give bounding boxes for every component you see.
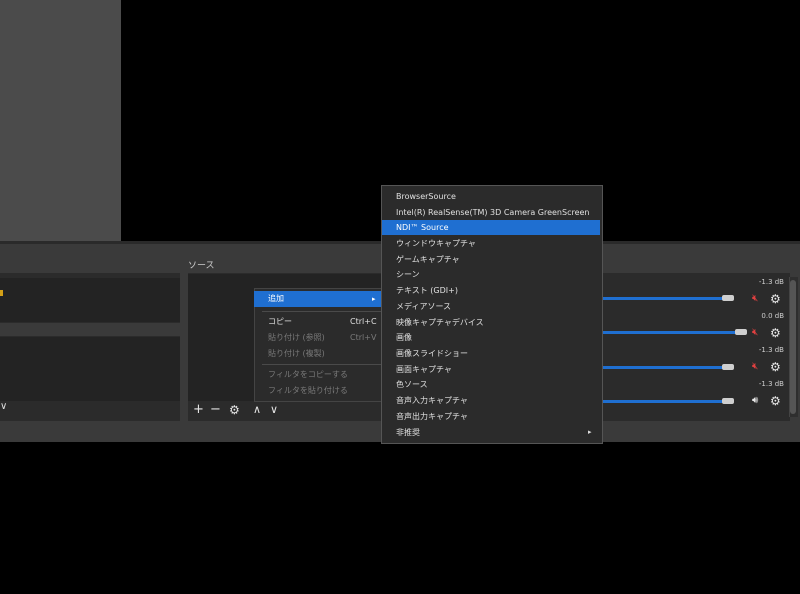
submenu-item-label: 映像キャプチャデバイス [396, 318, 484, 327]
channel-settings-gear-icon[interactable]: ⚙ [770, 361, 781, 373]
menu-item-paste-reference: 貼り付け (参照) Ctrl+V [254, 330, 386, 346]
menu-item-label: 追加 [268, 294, 284, 303]
volume-slider-handle[interactable] [735, 329, 747, 335]
mixer-db-label: -1.3 dB [758, 346, 784, 354]
submenu-item-window-capture[interactable]: ウィンドウキャプチャ [382, 236, 600, 251]
remove-source-button[interactable]: − [210, 402, 221, 418]
submenu-item-label: ウィンドウキャプチャ [396, 239, 476, 248]
submenu-item-label: 画面キャプチャ [396, 365, 452, 374]
submenu-item-label: BrowserSource [396, 192, 456, 201]
channel-settings-gear-icon[interactable]: ⚙ [770, 293, 781, 305]
mixer-db-label: -1.3 dB [758, 380, 784, 388]
volume-slider-handle[interactable] [722, 398, 734, 404]
submenu-item-deprecated[interactable]: 非推奨 ▸ [382, 425, 600, 440]
menu-item-paste-filters: フィルタを貼り付ける [254, 383, 386, 399]
submenu-item-media-source[interactable]: メディアソース [382, 299, 600, 314]
scene-list[interactable] [0, 337, 180, 401]
submenu-item-label: Intel(R) RealSense(TM) 3D Camera GreenSc… [396, 208, 590, 217]
move-down-button[interactable]: ∨ [270, 402, 278, 418]
submenu-arrow-icon: ▸ [372, 295, 376, 303]
volume-slider[interactable] [600, 400, 726, 403]
menu-item-label: コピー [268, 317, 292, 326]
volume-slider-handle[interactable] [722, 364, 734, 370]
submenu-item-label: メディアソース [396, 302, 452, 311]
menu-item-label: フィルタをコピーする [268, 370, 348, 379]
submenu-item-video-capture-device[interactable]: 映像キャプチャデバイス [382, 315, 600, 330]
mixer-db-label: -1.3 dB [758, 278, 784, 286]
volume-slider[interactable] [600, 297, 726, 300]
scene-list-item[interactable] [0, 278, 180, 322]
submenu-item-label: テキスト (GDI+) [396, 286, 458, 295]
submenu-arrow-icon: ▸ [588, 428, 592, 436]
menu-item-shortcut: Ctrl+V [350, 333, 377, 342]
submenu-item-label: NDI™ Source [396, 223, 449, 232]
submenu-item-label: シーン [396, 270, 420, 279]
submenu-item-label: 非推奨 [396, 428, 420, 437]
submenu-item-display-capture[interactable]: 画面キャプチャ [382, 362, 600, 377]
submenu-item-audio-output-capture[interactable]: 音声出力キャプチャ [382, 409, 600, 424]
submenu-item-image-slideshow[interactable]: 画像スライドショー [382, 346, 600, 361]
submenu-item-label: ゲームキャプチャ [396, 255, 460, 264]
submenu-item-label: 音声出力キャプチャ [396, 412, 468, 421]
submenu-item-label: 音声入力キャプチャ [396, 396, 468, 405]
menu-item-paste-duplicate: 貼り付け (複製) [254, 346, 386, 362]
submenu-item-browser-source[interactable]: BrowserSource [382, 189, 600, 204]
submenu-item-label: 画像 [396, 333, 412, 342]
muted-speaker-icon[interactable]: 🔇︎ [752, 328, 758, 338]
scenes-separator [0, 323, 180, 336]
menu-item-label: フィルタを貼り付ける [268, 386, 348, 395]
submenu-item-text-gdi[interactable]: テキスト (GDI+) [382, 283, 600, 298]
scenes-toolbar: ∨ [0, 401, 180, 421]
move-up-button[interactable]: ∧ [253, 402, 261, 418]
submenu-item-image[interactable]: 画像 [382, 330, 600, 345]
speaker-icon[interactable]: 🔊︎ [752, 396, 758, 406]
scene-down-icon[interactable]: ∨ [0, 401, 7, 412]
submenu-item-audio-input-capture[interactable]: 音声入力キャプチャ [382, 393, 600, 408]
menu-item-copy[interactable]: コピー Ctrl+C [254, 314, 386, 330]
submenu-item-scene[interactable]: シーン [382, 267, 600, 282]
submenu-item-label: 色ソース [396, 380, 428, 389]
channel-settings-gear-icon[interactable]: ⚙ [770, 395, 781, 407]
menu-item-add[interactable]: 追加 ▸ [254, 291, 386, 307]
channel-settings-gear-icon[interactable]: ⚙ [770, 327, 781, 339]
mixer-db-label: 0.0 dB [761, 312, 784, 320]
submenu-item-ndi-source[interactable]: NDI™ Source [382, 220, 600, 235]
menu-divider [262, 311, 382, 312]
submenu-item-realsense[interactable]: Intel(R) RealSense(TM) 3D Camera GreenSc… [382, 205, 600, 220]
add-source-button[interactable]: + [193, 402, 204, 418]
submenu-item-label: 画像スライドショー [396, 349, 468, 358]
scene-marker-icon [0, 290, 3, 296]
volume-slider[interactable] [600, 331, 738, 334]
menu-divider [262, 364, 382, 365]
submenu-item-color-source[interactable]: 色ソース [382, 377, 600, 392]
volume-slider-handle[interactable] [722, 295, 734, 301]
volume-slider[interactable] [600, 366, 726, 369]
source-settings-gear-icon[interactable]: ⚙ [229, 402, 240, 418]
muted-speaker-icon[interactable]: 🔇︎ [752, 362, 758, 372]
preview-left-panel [0, 0, 121, 241]
menu-item-copy-filters: フィルタをコピーする [254, 367, 386, 383]
menu-item-label: 貼り付け (参照) [268, 333, 325, 342]
submenu-item-game-capture[interactable]: ゲームキャプチャ [382, 252, 600, 267]
menu-item-label: 貼り付け (複製) [268, 349, 325, 358]
mixer-scrollbar-thumb[interactable] [790, 280, 796, 414]
menu-item-shortcut: Ctrl+C [350, 317, 377, 326]
muted-speaker-icon[interactable]: 🔇︎ [752, 294, 758, 304]
sources-title: ソース [188, 261, 215, 271]
